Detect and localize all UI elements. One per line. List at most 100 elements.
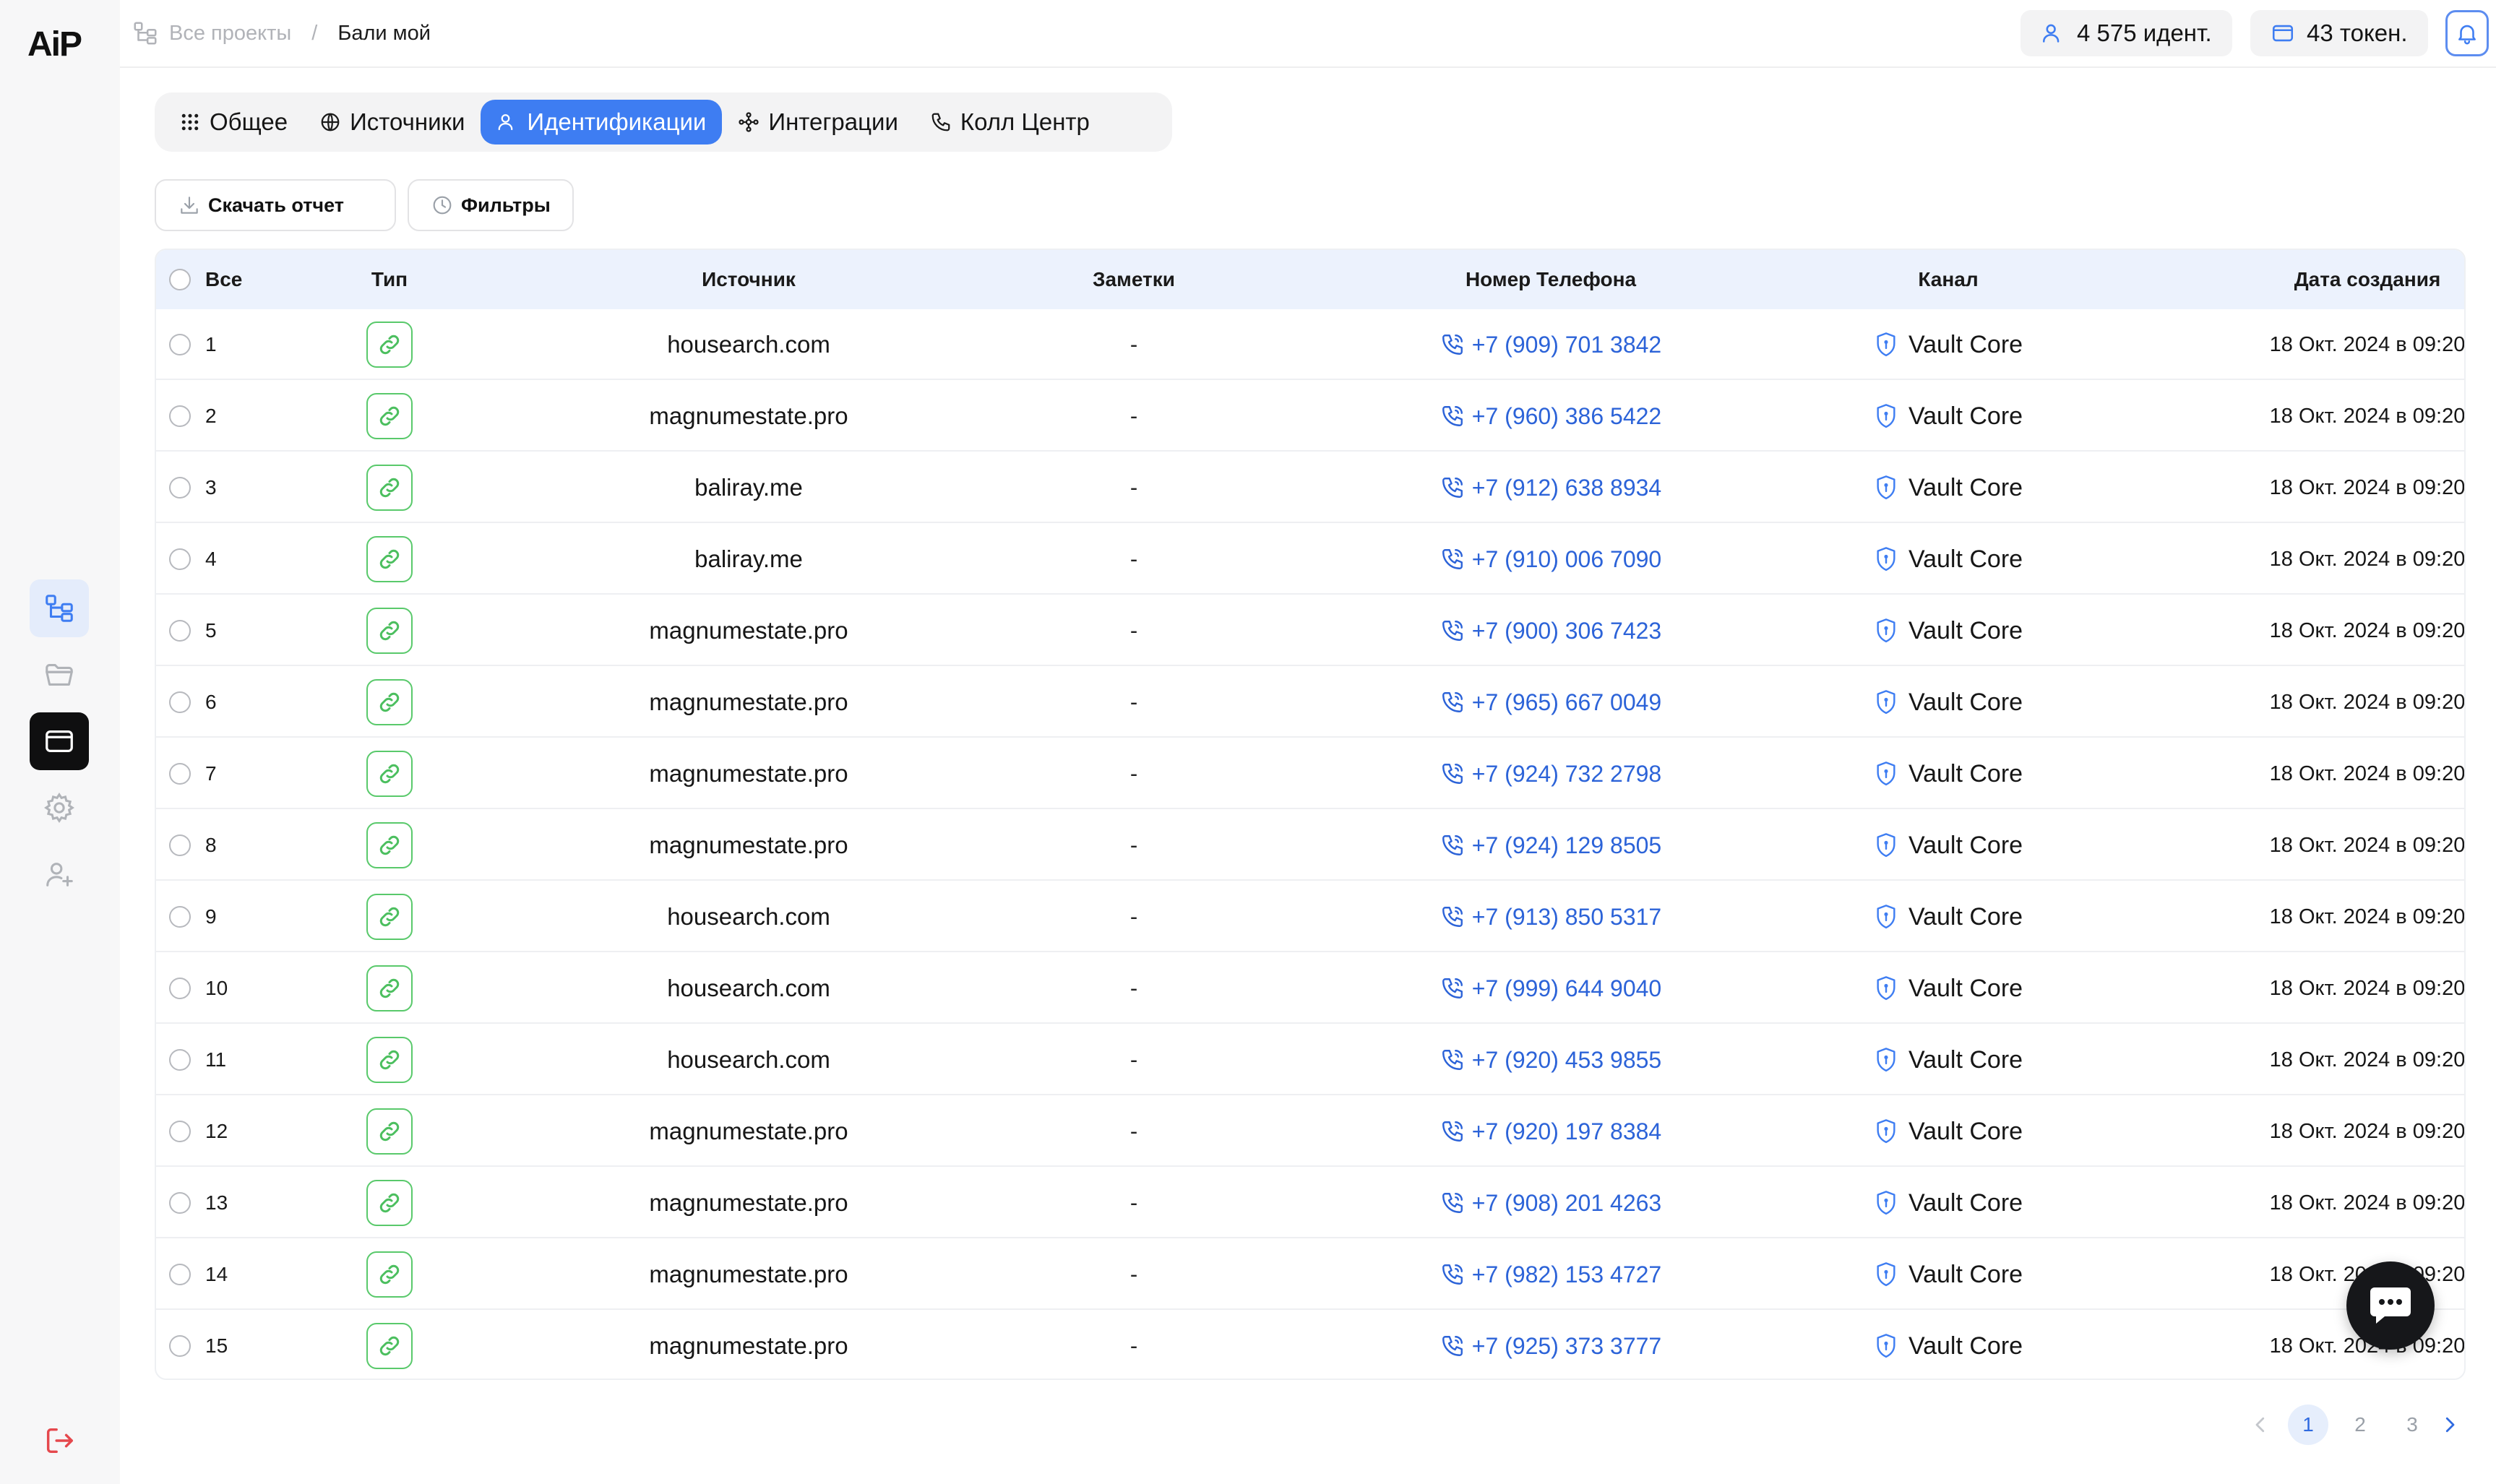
table-row[interactable]: 1 housearch.com - +7 (909) 701 3842 Vault Co… <box>156 309 2464 380</box>
row-phone-link[interactable]: +7 (910) 006 7090 <box>1356 524 1746 595</box>
row-channel-label: Vault Core <box>1908 1045 2023 1074</box>
row-radio[interactable] <box>169 834 191 856</box>
row-radio[interactable] <box>169 763 191 785</box>
row-phone-link[interactable]: +7 (909) 701 3842 <box>1356 309 1746 380</box>
row-phone-link[interactable]: +7 (900) 306 7423 <box>1356 595 1746 666</box>
column-created[interactable]: Дата создания <box>2179 250 2464 309</box>
row-phone-link[interactable]: +7 (999) 644 9040 <box>1356 953 1746 1024</box>
row-select[interactable]: 9 <box>169 881 217 952</box>
table-row[interactable]: 11 housearch.com - +7 (920) 453 9855 Vault C… <box>156 1024 2464 1095</box>
row-phone-link[interactable]: +7 (920) 197 8384 <box>1356 1096 1746 1167</box>
link-icon <box>379 1264 400 1285</box>
grid-icon <box>181 113 199 131</box>
row-phone-link[interactable]: +7 (908) 201 4263 <box>1356 1168 1746 1238</box>
row-phone-link[interactable]: +7 (920) 453 9855 <box>1356 1024 1746 1095</box>
table-row[interactable]: 15 magnumestate.pro - +7 (925) 373 3777 Vaul… <box>156 1311 2464 1379</box>
row-phone-link[interactable]: +7 (924) 732 2798 <box>1356 738 1746 809</box>
tab-identifications[interactable]: Идентификации <box>481 100 723 144</box>
row-select[interactable]: 2 <box>169 381 217 452</box>
row-type <box>366 738 413 809</box>
row-radio[interactable] <box>169 334 191 355</box>
row-phone-link[interactable]: +7 (982) 153 4727 <box>1356 1239 1746 1310</box>
notifications-button[interactable] <box>2445 10 2489 56</box>
row-radio[interactable] <box>169 1121 191 1142</box>
tab-general[interactable]: Общее <box>163 100 304 144</box>
table-row[interactable]: 10 housearch.com - +7 (999) 644 9040 Vault C… <box>156 953 2464 1024</box>
sidebar-item-add-user[interactable] <box>30 845 89 903</box>
table-row[interactable]: 7 magnumestate.pro - +7 (924) 732 2798 Vault… <box>156 738 2464 809</box>
row-select[interactable]: 15 <box>169 1311 228 1379</box>
table-row[interactable]: 9 housearch.com - +7 (913) 850 5317 Vault Co… <box>156 881 2464 952</box>
row-select[interactable]: 11 <box>169 1024 226 1095</box>
row-select[interactable]: 8 <box>169 810 217 881</box>
table-row[interactable]: 12 magnumestate.pro - +7 (920) 197 8384 Vaul… <box>156 1096 2464 1167</box>
row-phone-link[interactable]: +7 (925) 373 3777 <box>1356 1311 1746 1379</box>
tab-sources[interactable]: Источники <box>304 100 481 144</box>
table-row[interactable]: 13 magnumestate.pro - +7 (908) 201 4263 Vaul… <box>156 1168 2464 1238</box>
row-number: 1 <box>205 333 217 355</box>
row-channel: Vault Core <box>1789 738 2107 809</box>
row-select[interactable]: 10 <box>169 953 228 1024</box>
row-phone-link[interactable]: +7 (960) 386 5422 <box>1356 381 1746 452</box>
link-icon <box>379 1193 400 1213</box>
row-select[interactable]: 13 <box>169 1168 228 1238</box>
table-row[interactable]: 14 magnumestate.pro - +7 (982) 153 4727 Vaul… <box>156 1239 2464 1310</box>
row-radio[interactable] <box>169 1264 191 1285</box>
row-select[interactable]: 5 <box>169 595 217 666</box>
logout-button[interactable] <box>30 1412 89 1470</box>
row-phone-link[interactable]: +7 (924) 129 8505 <box>1356 810 1746 881</box>
tab-call-center[interactable]: Колл Центр <box>914 100 1106 144</box>
row-select[interactable]: 3 <box>169 452 217 523</box>
select-all-radio[interactable] <box>169 269 191 290</box>
row-phone-link[interactable]: +7 (912) 638 8934 <box>1356 452 1746 523</box>
row-radio[interactable] <box>169 405 191 427</box>
table-row[interactable]: 6 magnumestate.pro - +7 (965) 667 0049 Vault… <box>156 667 2464 738</box>
row-select[interactable]: 6 <box>169 667 217 738</box>
row-select[interactable]: 7 <box>169 738 217 809</box>
tab-integrations[interactable]: Интеграции <box>722 100 914 144</box>
column-source[interactable]: Источник <box>604 250 893 309</box>
row-radio[interactable] <box>169 691 191 713</box>
sidebar-item-files[interactable] <box>30 646 89 704</box>
row-radio[interactable] <box>169 620 191 642</box>
projects-icon <box>134 22 157 45</box>
row-phone: +7 (924) 732 2798 <box>1471 760 1662 787</box>
row-radio[interactable] <box>169 978 191 999</box>
download-report-button[interactable]: Скачать отчет <box>155 179 396 231</box>
row-notes: - <box>1129 832 1138 858</box>
table-row[interactable]: 8 magnumestate.pro - +7 (924) 129 8505 Vault… <box>156 810 2464 881</box>
row-radio[interactable] <box>169 1049 191 1071</box>
next-page-button[interactable] <box>2430 1405 2470 1445</box>
sidebar-item-wallet[interactable] <box>30 712 89 770</box>
table-row[interactable]: 4 baliray.me - +7 (910) 006 7090 Vault Core 1… <box>156 524 2464 595</box>
row-number: 10 <box>205 977 228 999</box>
phone-call-icon <box>1442 1193 1463 1213</box>
shield-icon <box>1877 1119 1895 1144</box>
row-radio[interactable] <box>169 548 191 570</box>
sidebar-item-projects[interactable] <box>30 579 89 637</box>
row-phone-link[interactable]: +7 (965) 667 0049 <box>1356 667 1746 738</box>
chat-button[interactable] <box>2346 1261 2435 1350</box>
page-3[interactable]: 3 <box>2392 1405 2432 1445</box>
table-row[interactable]: 5 magnumestate.pro - +7 (900) 306 7423 Vault… <box>156 595 2464 666</box>
row-select[interactable]: 4 <box>169 524 217 595</box>
row-select[interactable]: 12 <box>169 1096 228 1167</box>
row-radio[interactable] <box>169 1335 191 1357</box>
table-row[interactable]: 3 baliray.me - +7 (912) 638 8934 Vault Core 1… <box>156 452 2464 523</box>
row-select[interactable]: 14 <box>169 1239 228 1310</box>
filters-button[interactable]: Фильтры <box>408 179 574 231</box>
row-radio[interactable] <box>169 1192 191 1214</box>
table-row[interactable]: 2 magnumestate.pro - +7 (960) 386 5422 Vault… <box>156 381 2464 452</box>
select-all[interactable]: Все <box>169 250 242 309</box>
sidebar-item-settings[interactable] <box>30 779 89 837</box>
row-select[interactable]: 1 <box>169 309 217 380</box>
identifications-counter[interactable]: 4 575 идент. <box>2021 10 2232 56</box>
breadcrumb-root[interactable]: Все проекты <box>132 20 291 47</box>
page-2[interactable]: 2 <box>2340 1405 2380 1445</box>
row-radio[interactable] <box>169 906 191 928</box>
prev-page-button[interactable] <box>2240 1405 2281 1445</box>
row-radio[interactable] <box>169 477 191 499</box>
page-1[interactable]: 1 <box>2288 1405 2328 1445</box>
tokens-counter[interactable]: 43 токен. <box>2250 10 2428 56</box>
row-phone-link[interactable]: +7 (913) 850 5317 <box>1356 881 1746 952</box>
